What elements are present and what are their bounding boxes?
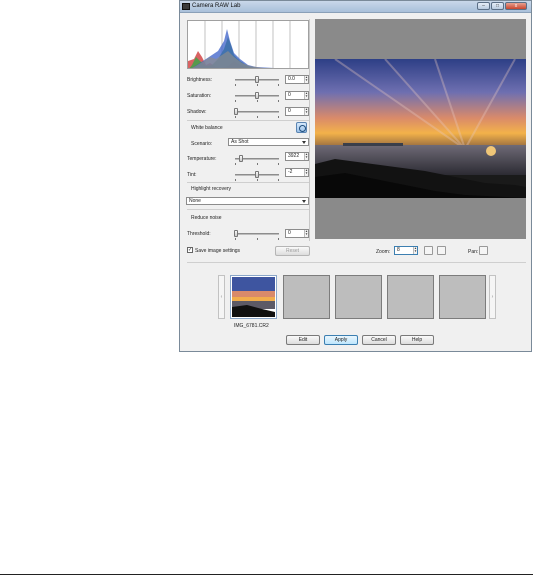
thumbnail-item[interactable] — [387, 275, 434, 319]
close-button[interactable]: x — [505, 2, 527, 10]
thumbnail-image — [232, 277, 275, 317]
divider — [187, 120, 309, 121]
window-title: Camera RAW Lab — [192, 3, 241, 9]
tint-input[interactable]: -2 ▲ ▼ — [285, 168, 309, 177]
tint-slider-thumb[interactable] — [255, 171, 259, 178]
tint-label: Tint: — [187, 172, 197, 178]
saturation-slider-thumb[interactable] — [255, 92, 259, 99]
saturation-ticks — [235, 100, 279, 102]
apply-button[interactable]: Apply — [324, 335, 358, 345]
shadow-slider-thumb[interactable] — [234, 108, 238, 115]
thumbnail-item[interactable] — [230, 275, 277, 319]
app-icon — [182, 3, 190, 10]
help-button[interactable]: Help — [400, 335, 434, 345]
camera-raw-lab-window: Camera RAW Lab ‒ □ x Brightness: 0.0 ▲ ▼… — [179, 0, 532, 352]
tint-value: -2 — [288, 169, 293, 175]
white-balance-picker-button[interactable] — [296, 122, 307, 133]
temperature-slider[interactable] — [235, 155, 279, 162]
temperature-slider-thumb[interactable] — [239, 155, 243, 162]
thumbnail-next-button[interactable]: › — [489, 275, 496, 319]
divider — [187, 182, 309, 183]
zoom-input[interactable]: 8 ▲ ▼ — [394, 246, 418, 255]
minimize-button[interactable]: ‒ — [477, 2, 490, 10]
preview-area[interactable] — [315, 19, 526, 239]
adjustment-panel: Brightness: 0.0 ▲ ▼ Saturation: 0 ▲ ▼ Shad… — [185, 19, 310, 241]
brightness-input[interactable]: 0.0 ▲ ▼ — [285, 75, 309, 84]
saturation-label: Saturation: — [187, 93, 212, 99]
threshold-label: Threshold: — [187, 231, 211, 237]
white-balance-heading: White balance — [191, 125, 223, 131]
thumbnail-item[interactable] — [283, 275, 330, 319]
thumbnail-strip: ‹ IMG_6781.CR2 › — [218, 264, 496, 334]
pan-move-icon[interactable] — [479, 246, 488, 255]
threshold-slider-thumb[interactable] — [234, 230, 238, 237]
divider — [187, 209, 309, 210]
threshold-ticks — [235, 238, 279, 240]
thumbnail-prev-button[interactable]: ‹ — [218, 275, 225, 319]
zoom-label: Zoom: — [376, 249, 391, 255]
thumbnail-caption: IMG_6781.CR2 — [234, 323, 269, 329]
preview-image[interactable] — [315, 59, 526, 198]
brightness-spin-arrows[interactable]: ▲ ▼ — [304, 76, 308, 83]
shadow-value: 0 — [288, 108, 291, 114]
zoom-fit-icon[interactable] — [424, 246, 433, 255]
threshold-input[interactable]: 0 ▲ ▼ — [285, 229, 309, 238]
tint-ticks — [235, 179, 279, 181]
chevron-down-icon — [302, 200, 306, 203]
temperature-spin-arrows[interactable]: ▲ ▼ — [304, 153, 308, 160]
scenario-value: As Shot — [231, 139, 249, 145]
highlight-recovery-value: None — [189, 198, 201, 204]
scenario-dropdown[interactable]: As Shot — [228, 138, 309, 146]
temperature-input[interactable]: 3922 ▲ ▼ — [285, 152, 309, 161]
brightness-slider-thumb[interactable] — [255, 76, 259, 83]
shadow-ticks — [235, 116, 279, 118]
tint-spin-arrows[interactable]: ▲ ▼ — [304, 169, 308, 176]
cancel-button[interactable]: Cancel — [362, 335, 396, 345]
maximize-button[interactable]: □ — [491, 2, 504, 10]
highlight-recovery-heading: Highlight recovery — [191, 186, 232, 192]
saturation-value: 0 — [288, 92, 291, 98]
reset-button[interactable]: Reset — [275, 246, 310, 256]
brightness-label: Brightness: — [187, 77, 213, 83]
saturation-slider[interactable] — [235, 92, 279, 99]
divider — [187, 262, 526, 263]
threshold-value: 0 — [288, 230, 291, 236]
histogram-graph — [188, 21, 291, 68]
brightness-slider[interactable] — [235, 76, 279, 83]
pan-label: Pan: — [468, 249, 479, 255]
zoom-spin-arrows[interactable]: ▲ ▼ — [413, 247, 417, 254]
edit-button[interactable]: Edit — [286, 335, 320, 345]
temperature-label: Temperature: — [187, 156, 217, 162]
threshold-spin-arrows[interactable]: ▲ ▼ — [304, 230, 308, 237]
tint-slider[interactable] — [235, 171, 279, 178]
thumbnail-item[interactable] — [335, 275, 382, 319]
save-image-settings-label: Save image settings — [195, 248, 241, 254]
threshold-slider[interactable] — [234, 230, 279, 237]
brightness-value: 0.0 — [288, 76, 295, 82]
chevron-down-icon — [302, 141, 306, 144]
shadow-label: Shadow: — [187, 109, 207, 115]
scenario-label: Scenario: — [191, 141, 213, 147]
saturation-spin-arrows[interactable]: ▲ ▼ — [304, 92, 308, 99]
temperature-ticks — [235, 163, 279, 165]
shadow-spin-arrows[interactable]: ▲ ▼ — [304, 108, 308, 115]
shadow-slider[interactable] — [234, 108, 279, 115]
title-bar[interactable]: Camera RAW Lab ‒ □ x — [180, 1, 531, 13]
histogram — [187, 20, 309, 69]
saturation-input[interactable]: 0 ▲ ▼ — [285, 91, 309, 100]
thumbnail-item[interactable] — [439, 275, 486, 319]
reduce-noise-heading: Reduce noise — [191, 215, 222, 221]
save-image-settings-checkbox[interactable]: ✓ — [187, 247, 193, 253]
zoom-value: 8 — [397, 247, 400, 253]
sunset-photo — [315, 59, 526, 198]
highlight-recovery-dropdown[interactable]: None — [186, 197, 309, 205]
shadow-input[interactable]: 0 ▲ ▼ — [285, 107, 309, 116]
zoom-actual-size-icon[interactable] — [437, 246, 446, 255]
temperature-value: 3922 — [288, 153, 300, 159]
brightness-ticks — [235, 84, 279, 86]
